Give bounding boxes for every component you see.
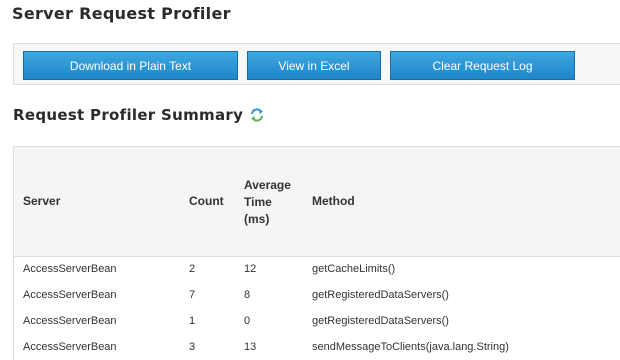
header-average-line3: (ms) bbox=[244, 212, 270, 226]
header-server[interactable]: Server bbox=[23, 194, 60, 208]
cell-method: getCacheLimits() bbox=[312, 263, 396, 275]
view-in-excel-button[interactable]: View in Excel bbox=[247, 51, 381, 80]
cell-count: 1 bbox=[189, 315, 196, 327]
summary-title: Request Profiler Summary bbox=[13, 106, 244, 124]
profiler-table: Server Count Average Time (ms) Method Ac… bbox=[13, 146, 620, 360]
toolbar: Download in Plain Text View in Excel Cle… bbox=[13, 43, 620, 85]
cell-count: 2 bbox=[189, 263, 196, 275]
header-average-line2: Time bbox=[244, 195, 272, 209]
header-average-line1: Average bbox=[244, 178, 291, 192]
header-count[interactable]: Count bbox=[189, 194, 224, 208]
cell-method: getRegisteredDataServers() bbox=[312, 289, 449, 301]
table-header: Server Count Average Time (ms) Method bbox=[14, 147, 620, 257]
cell-server: AccessServerBean bbox=[23, 341, 117, 353]
cell-server: AccessServerBean bbox=[23, 263, 117, 275]
cell-average: 8 bbox=[244, 289, 251, 301]
table-row: AccessServerBean 1 0 getRegisteredDataSe… bbox=[14, 309, 620, 335]
clear-request-log-button[interactable]: Clear Request Log bbox=[390, 51, 575, 80]
cell-server: AccessServerBean bbox=[23, 315, 117, 327]
table-row: AccessServerBean 3 13 sendMessageToClien… bbox=[14, 335, 620, 360]
table-row: AccessServerBean 7 8 getRegisteredDataSe… bbox=[14, 283, 620, 309]
cell-method: getRegisteredDataServers() bbox=[312, 315, 449, 327]
header-average-time[interactable]: Average Time (ms) bbox=[244, 177, 304, 228]
cell-method: sendMessageToClients(java.lang.String) bbox=[312, 341, 509, 353]
download-plain-text-button[interactable]: Download in Plain Text bbox=[23, 51, 238, 80]
cell-average: 0 bbox=[244, 315, 251, 327]
header-method[interactable]: Method bbox=[312, 194, 355, 208]
refresh-icon[interactable] bbox=[249, 107, 265, 123]
table-row: AccessServerBean 2 12 getCacheLimits() bbox=[14, 257, 620, 283]
cell-count: 3 bbox=[189, 341, 196, 353]
cell-server: AccessServerBean bbox=[23, 289, 117, 301]
cell-count: 7 bbox=[189, 289, 196, 301]
cell-average: 12 bbox=[244, 263, 257, 275]
page-title: Server Request Profiler bbox=[12, 4, 231, 23]
section-title: Request Profiler Summary bbox=[13, 106, 265, 124]
cell-average: 13 bbox=[244, 341, 257, 353]
